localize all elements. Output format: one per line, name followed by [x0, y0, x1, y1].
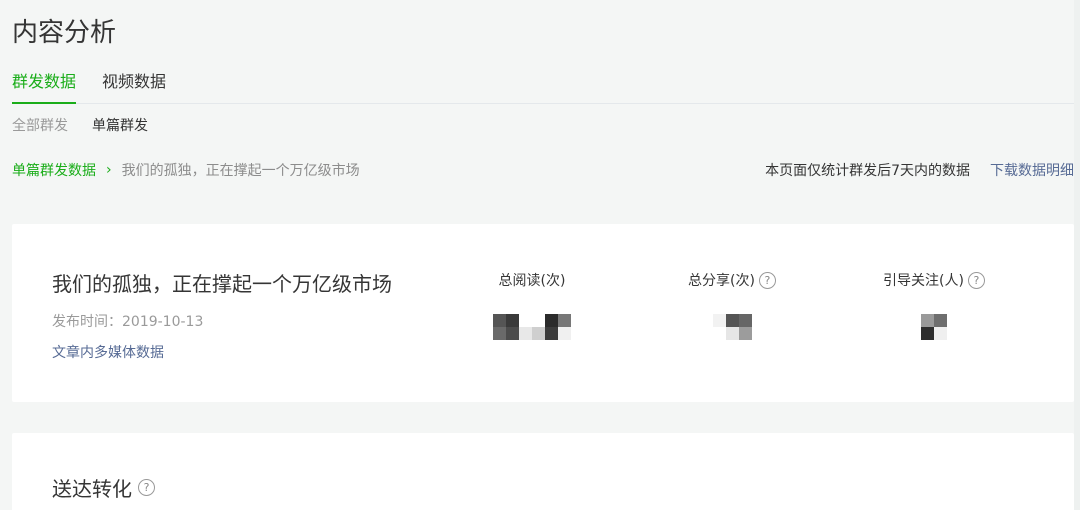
metric-value-obscured — [864, 314, 1004, 340]
conversion-title: 送达转化 — [52, 477, 132, 501]
pixelated-value — [712, 314, 752, 340]
download-data-link[interactable]: 下载数据明细 — [990, 160, 1074, 180]
breadcrumb: 单篇群发数据 › 我们的孤独，正在撑起一个万亿级市场 — [12, 160, 360, 180]
metric-label: 总阅读(次) — [498, 273, 566, 289]
article-title: 我们的孤独，正在撑起一个万亿级市场 — [52, 272, 392, 296]
pixelated-value — [921, 314, 947, 340]
conversion-card: 送达转化 ? — [12, 433, 1074, 510]
metric-label: 总分享(次) — [688, 273, 755, 289]
media-data-link[interactable]: 文章内多媒体数据 — [52, 342, 164, 362]
help-icon[interactable]: ? — [138, 479, 155, 496]
stats-notice: 本页面仅统计群发后7天内的数据 — [765, 163, 970, 179]
sub-tab-single-mass-send[interactable]: 单篇群发 — [92, 115, 148, 135]
breadcrumb-root-link[interactable]: 单篇群发数据 — [12, 160, 96, 180]
pixelated-value — [493, 314, 571, 340]
metric-follows: 引导关注(人) ? — [864, 270, 1004, 340]
metric-total-reads: 总阅读(次) — [462, 270, 602, 340]
article-card: 我们的孤独，正在撑起一个万亿级市场 发布时间：2019-10-13 文章内多媒体… — [12, 224, 1074, 402]
main-tab-bar: 群发数据 视频数据 — [12, 70, 1080, 104]
page-title: 内容分析 — [12, 18, 117, 48]
chevron-right-icon: › — [106, 162, 112, 178]
metric-value-obscured — [462, 314, 602, 340]
metric-value-obscured — [662, 314, 802, 340]
sub-tab-all-mass-send[interactable]: 全部群发 — [12, 115, 68, 135]
publish-time: 发布时间：2019-10-13 — [52, 314, 204, 330]
sub-tab-bar: 全部群发 单篇群发 — [12, 115, 172, 135]
tab-mass-send-data[interactable]: 群发数据 — [12, 70, 77, 104]
help-icon[interactable]: ? — [758, 271, 776, 289]
metric-total-shares: 总分享(次) ? — [662, 270, 802, 340]
content-analysis-page: 内容分析 群发数据 视频数据 全部群发 单篇群发 单篇群发数据 › 我们的孤独，… — [0, 0, 1080, 510]
help-icon[interactable]: ? — [967, 271, 985, 289]
scrollbar-track[interactable] — [1074, 0, 1080, 510]
tab-video-data[interactable]: 视频数据 — [102, 70, 166, 104]
metric-label: 引导关注(人) — [883, 273, 964, 289]
breadcrumb-current: 我们的孤独，正在撑起一个万亿级市场 — [121, 163, 360, 179]
